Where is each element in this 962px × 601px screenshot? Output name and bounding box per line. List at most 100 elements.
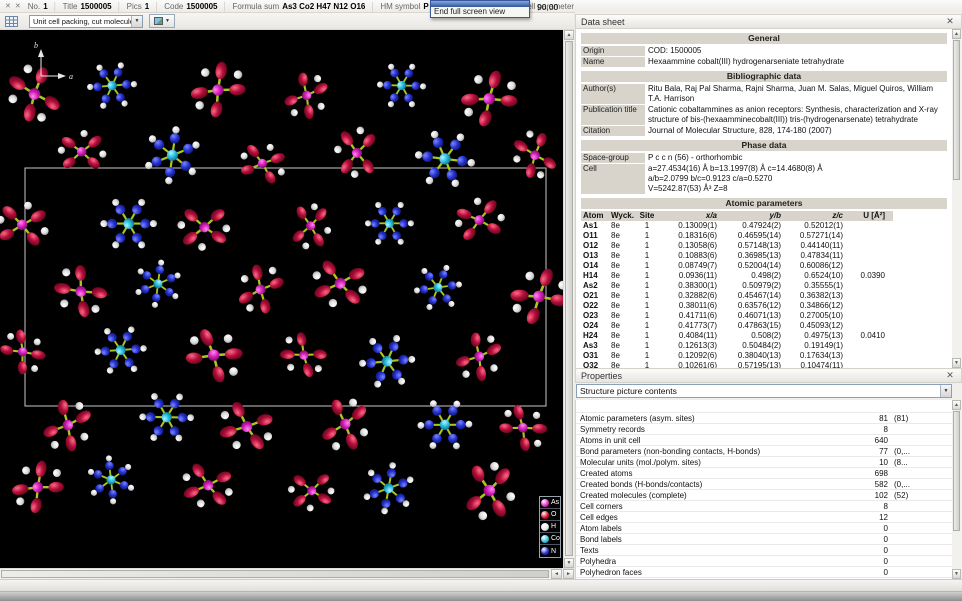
property-row[interactable]: Created bonds (H-bonds/contacts)582(0,..… (576, 479, 952, 490)
properties-header[interactable]: Properties ✕ (575, 368, 962, 383)
scroll-right-icon[interactable]: ► (563, 569, 574, 579)
structure-canvas[interactable]: b a AsOHCoN (0, 30, 563, 568)
datasheet-header[interactable]: Data sheet ✕ (575, 14, 962, 29)
atomic-cell: 1 (637, 321, 657, 331)
atomic-row[interactable]: As28e10.38300(1)0.50979(2)0.35555(1) (581, 281, 893, 291)
legend-item: O (540, 509, 560, 521)
scroll-thumb[interactable] (953, 40, 960, 180)
scroll-up-icon[interactable]: ▲ (564, 30, 574, 40)
atomic-row[interactable]: H248e10.4084(11)0.508(2)0.4975(13)0.0410 (581, 331, 893, 341)
field-value: Ritu Bala, Raj Pal Sharma, Rajni Sharma,… (648, 84, 947, 104)
property-value: 698 (848, 468, 888, 478)
atomic-cell: 1 (637, 291, 657, 301)
property-row[interactable]: Created molecules (complete)102(52) (576, 490, 952, 501)
property-value: 0 (848, 567, 888, 577)
property-row[interactable]: Created atoms698 (576, 468, 952, 479)
atomic-row[interactable]: As38e10.12613(3)0.50484(2)0.19149(1) (581, 341, 893, 351)
table-icon[interactable] (5, 16, 18, 27)
scroll-up-icon[interactable]: ▲ (952, 29, 961, 39)
property-row[interactable]: Atoms in unit cell640 (576, 435, 952, 446)
scroll-down-icon[interactable]: ▼ (564, 558, 574, 568)
atomic-cell: 1 (637, 341, 657, 351)
property-name: Polyhedron faces (580, 567, 848, 577)
property-row[interactable]: Atomic parameters (asym. sites)81(81) (576, 413, 952, 424)
atomic-row[interactable]: O318e10.12092(6)0.38040(13)0.17634(13) (581, 351, 893, 361)
property-row[interactable]: Bond parameters (non-bonding contacts, H… (576, 446, 952, 457)
property-row[interactable]: Polyhedron faces0 (576, 567, 952, 578)
scroll-down-icon[interactable]: ▼ (952, 569, 961, 579)
atomic-row[interactable]: O148e10.08749(7)0.52004(14)0.60086(12) (581, 261, 893, 271)
atomic-cell: 8e (611, 351, 637, 361)
atomic-cell: 0.508(2) (717, 331, 781, 341)
property-extra (888, 512, 933, 522)
picture-button[interactable]: ▼ (149, 14, 175, 28)
field-value: Journal of Molecular Structure, 828, 174… (648, 126, 947, 136)
atomic-row[interactable]: O228e10.38011(6)0.63576(12)0.34866(12) (581, 301, 893, 311)
atomic-cell: O32 (581, 361, 611, 368)
field-value: 1500005 (80, 2, 111, 11)
property-row[interactable]: Polyhedra0 (576, 556, 952, 567)
property-row[interactable]: Symmetry records8 (576, 424, 952, 435)
atomic-row[interactable]: O118e10.18316(6)0.46595(14)0.57271(14) (581, 231, 893, 241)
atomic-cell: 8e (611, 341, 637, 351)
property-name: Created molecules (complete) (580, 490, 848, 500)
scroll-thumb[interactable] (1, 570, 549, 578)
atomic-cell: 0.47863(15) (717, 321, 781, 331)
chevron-down-icon[interactable]: ▼ (940, 385, 951, 397)
scroll-thumb[interactable] (565, 41, 573, 556)
atomic-cell (843, 241, 887, 251)
atomic-cell: 8e (611, 301, 637, 311)
atomic-row[interactable]: O128e10.13058(6)0.57148(13)0.44140(11) (581, 241, 893, 251)
close-icon[interactable]: ✕ (944, 16, 956, 27)
atomic-row[interactable]: O138e10.10883(6)0.36985(13)0.47834(11) (581, 251, 893, 261)
property-value: 0 (848, 523, 888, 533)
field-value: COD: 1500005 (648, 46, 947, 56)
scroll-up-icon[interactable]: ▲ (952, 400, 961, 410)
atomic-cell: 0.45467(14) (717, 291, 781, 301)
datasheet-scrollbar[interactable]: ▲ ▼ (952, 29, 962, 368)
scroll-thumb[interactable] (953, 411, 960, 531)
property-row[interactable]: Bond labels0 (576, 534, 952, 545)
atomic-row[interactable]: O328e10.10261(6)0.57195(13)0.10474(11) (581, 361, 893, 368)
atomic-cell: 8e (611, 221, 637, 231)
field-label: Title (63, 2, 78, 11)
properties-combo[interactable]: Structure picture contents ▼ (576, 384, 952, 398)
toolbar-close-icon-2[interactable]: ✕ (15, 2, 21, 10)
section-bibliographic: Author(s)Ritu Bala, Raj Pal Sharma, Rajn… (576, 84, 952, 136)
chevron-down-icon[interactable]: ▼ (165, 18, 170, 24)
property-row[interactable]: Atom labels0 (576, 523, 952, 534)
atomic-row[interactable]: H148e10.0936(11)0.498(2)0.6524(10)0.0390 (581, 271, 893, 281)
property-row[interactable]: Texts0 (576, 545, 952, 556)
atomic-row[interactable]: O238e10.41711(6)0.46071(13)0.27005(10) (581, 311, 893, 321)
property-row[interactable]: Cell corners8 (576, 501, 952, 512)
atomic-cell: 0.46071(13) (717, 311, 781, 321)
axis-a-label: a (69, 72, 73, 81)
canvas-horizontal-scrollbar[interactable]: ◄ ► (0, 568, 574, 579)
scroll-down-icon[interactable]: ▼ (952, 358, 961, 368)
canvas-vertical-scrollbar[interactable]: ▲ ▼ (563, 30, 574, 568)
atomic-cell: 0.18316(6) (657, 231, 717, 241)
atomic-row[interactable]: As18e10.13009(1)0.47924(2)0.52012(1) (581, 221, 893, 231)
property-row[interactable]: Cell edges12 (576, 512, 952, 523)
molecule-layer (0, 51, 563, 523)
property-extra (888, 435, 933, 445)
atom-legend: AsOHCoN (539, 496, 561, 558)
property-row[interactable]: Molecular units (mol./polym. sites)10(8.… (576, 457, 952, 468)
toolbar-close-icon[interactable]: ✕ (5, 2, 11, 10)
scroll-left-icon[interactable]: ◄ (551, 569, 562, 579)
atomic-row[interactable]: O248e10.41773(7)0.47863(15)0.45093(12) (581, 321, 893, 331)
topbar-field-formula-sum: Formula sumAs3 Co2 H47 N12 O16 (233, 2, 366, 11)
section-header-phase: Phase data (581, 140, 947, 151)
chevron-down-icon[interactable]: ▼ (131, 16, 142, 27)
atomic-cell: 0.41711(6) (657, 311, 717, 321)
atomic-cell: 8e (611, 271, 637, 281)
properties-scrollbar[interactable]: ▲ ▼ (952, 400, 962, 579)
atomic-cell (843, 361, 887, 368)
atomic-cell (843, 221, 887, 231)
close-icon[interactable]: ✕ (944, 370, 956, 381)
picture-type-combo[interactable]: Unit cell packing, cut molecules ▼ (29, 15, 143, 28)
atomic-row[interactable]: O218e10.32882(6)0.45467(14)0.36382(13) (581, 291, 893, 301)
property-name: Atomic parameters (asym. sites) (580, 413, 848, 423)
field-label: Name (581, 57, 645, 67)
atomic-cell (843, 261, 887, 271)
